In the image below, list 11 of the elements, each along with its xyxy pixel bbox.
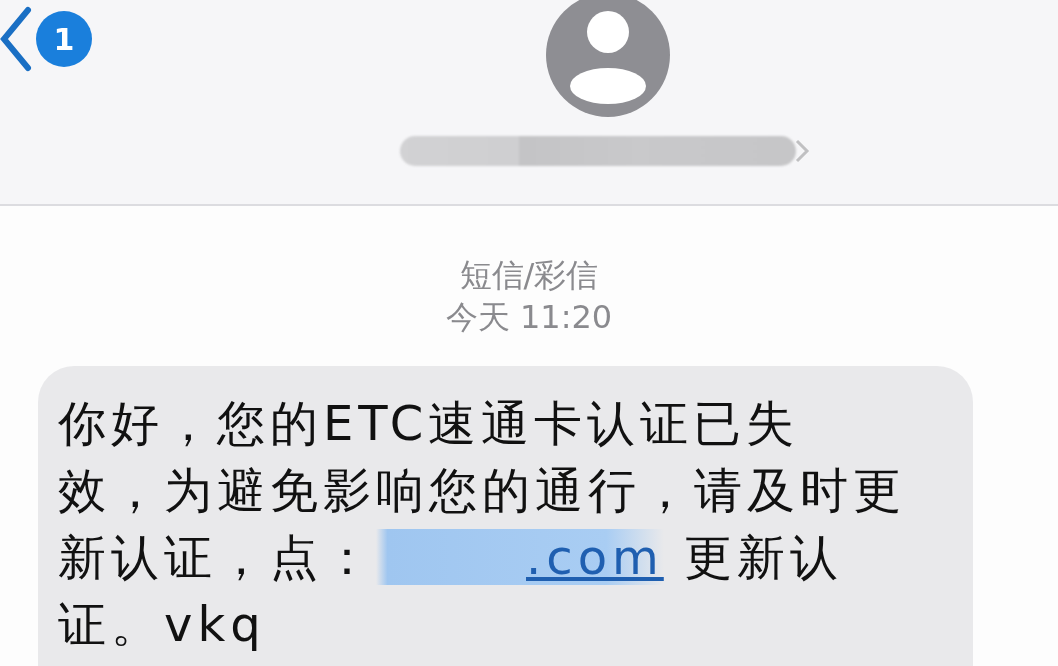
message-line: 新认证，点： .com 更新认 [58,528,845,587]
message-link[interactable]: .com [376,529,664,585]
message-timestamp: 今天 11:20 [445,297,613,338]
chevron-icon[interactable] [794,138,810,164]
message-line: 证。vkq [58,595,267,654]
message-service-label: 短信/彩信 [459,255,599,296]
message-line: 你好，您的ETC速通卡认证已失 [58,394,801,453]
back-icon[interactable] [0,6,32,72]
unread-badge: 1 [36,11,92,67]
message-line: 效，为避免影响您的通行，请及时更 [58,461,907,520]
avatar-icon[interactable] [545,0,671,118]
